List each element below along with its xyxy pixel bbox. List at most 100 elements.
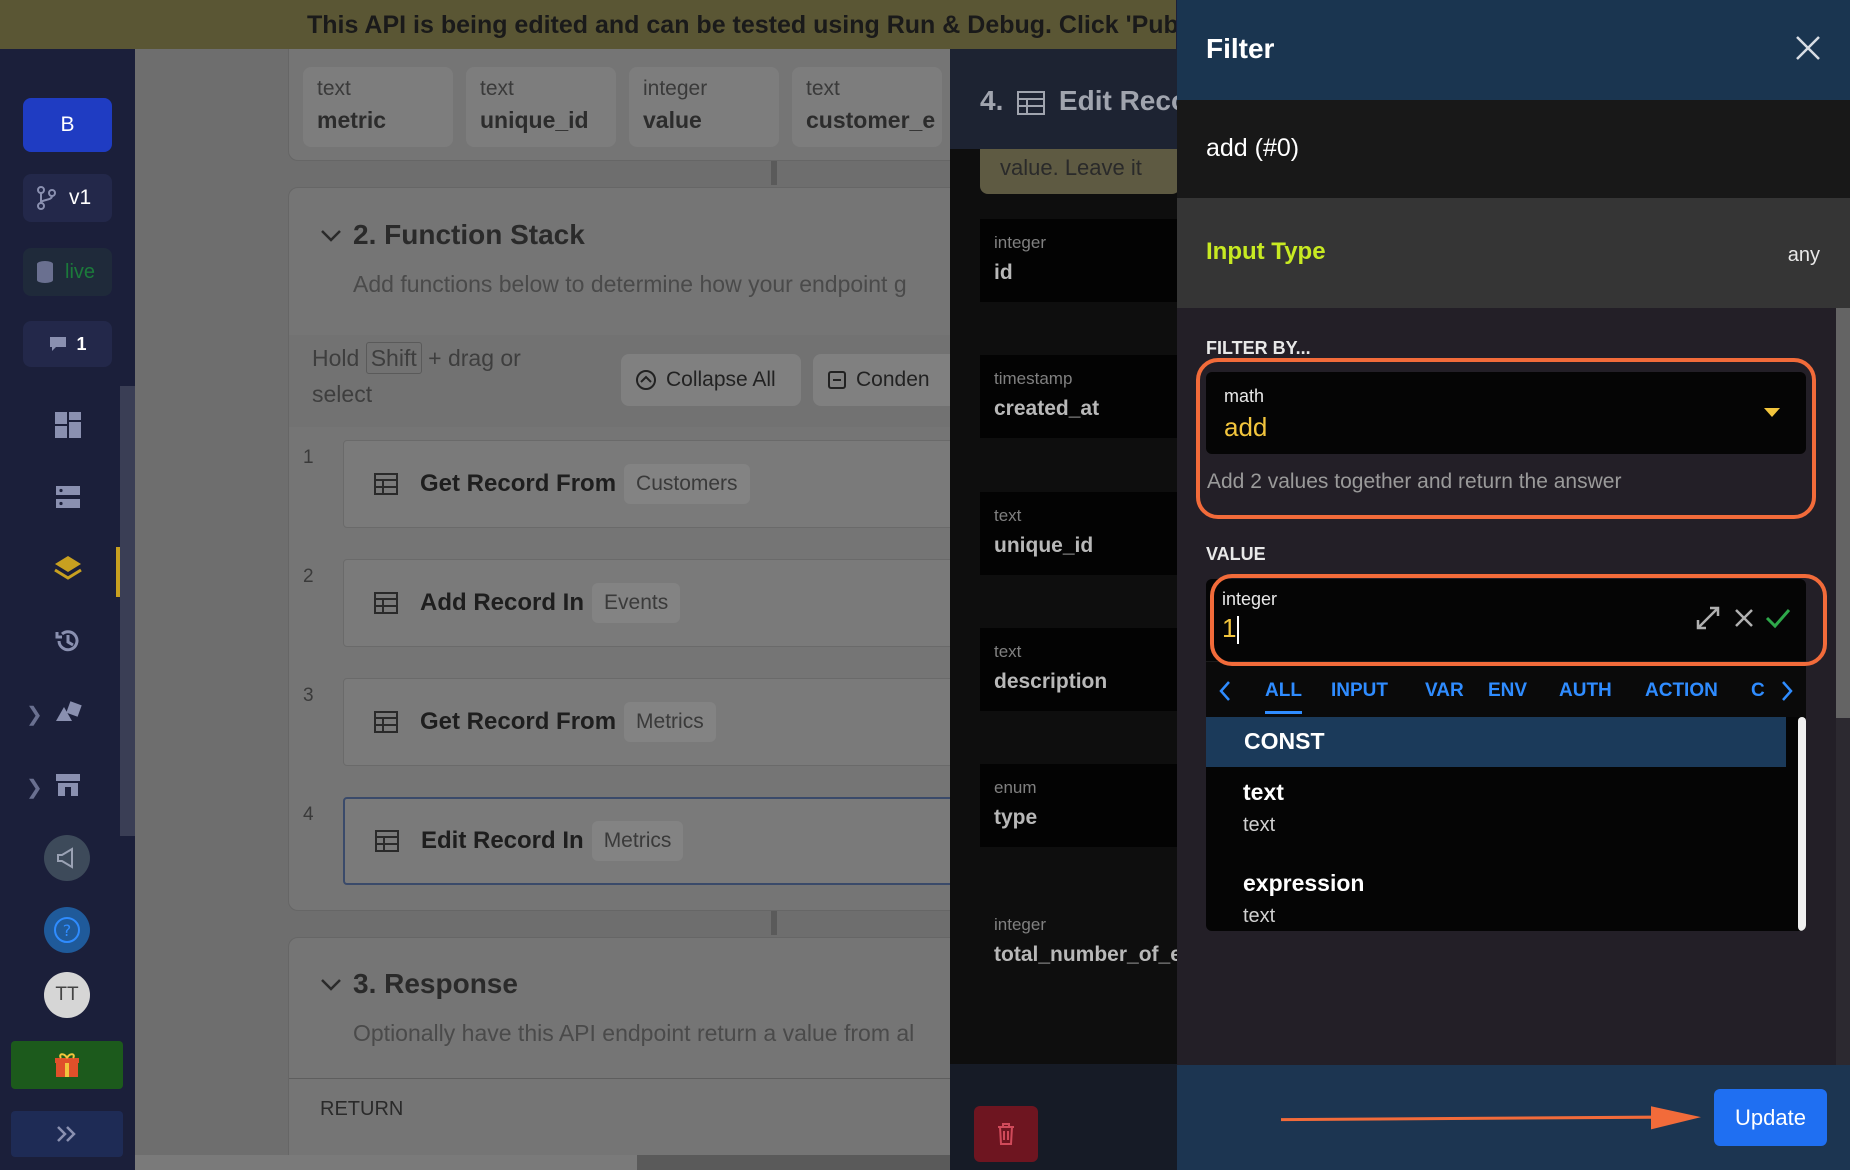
input-chip[interactable]: text customer_e <box>792 67 942 147</box>
drag-hint: Hold Shift + drag or <box>312 342 521 374</box>
delete-button[interactable] <box>974 1106 1038 1162</box>
field-type: integer <box>994 915 1046 934</box>
help-icon[interactable]: ? <box>44 907 90 953</box>
input-type-row: Input Type any <box>1177 198 1850 308</box>
input-name: value <box>643 107 702 133</box>
chevron-right-icon[interactable]: ❯ <box>26 775 43 800</box>
collapse-chevron-icon[interactable] <box>320 229 342 248</box>
tabs-right-chevron-icon[interactable] <box>1780 680 1794 707</box>
highlight-outline <box>1196 358 1816 519</box>
record-field[interactable]: integer id <box>980 219 1177 302</box>
record-field[interactable]: timestamp created_at <box>980 355 1177 438</box>
response-title: 3. Response <box>353 968 518 999</box>
connector-line <box>771 161 777 185</box>
options-scrollbar[interactable] <box>1798 717 1806 931</box>
dashboard-icon[interactable] <box>48 405 88 445</box>
const-option[interactable]: text text <box>1243 779 1284 837</box>
record-field[interactable]: text unique_id <box>980 492 1177 575</box>
edit-record-panel: 4. Edit Reco value. Leave it integer id … <box>950 49 1177 1170</box>
tab-auth[interactable]: AUTH <box>1559 680 1612 702</box>
version-label: v1 <box>69 186 92 209</box>
step-number: 2 <box>303 566 314 587</box>
scrollbar-thumb[interactable] <box>135 1155 637 1170</box>
record-field[interactable]: integer total_number_of_e <box>980 901 1177 984</box>
function-stack-subtitle: Add functions below to determine how you… <box>353 271 907 297</box>
function-step[interactable]: Get Record From Customers <box>343 440 950 528</box>
connector-line <box>771 911 777 935</box>
tab-action[interactable]: ACTION <box>1645 680 1718 702</box>
drag-hint-line2: select <box>312 381 373 407</box>
avatar[interactable]: TT <box>44 972 90 1018</box>
filter-by-label: FILTER BY... <box>1206 338 1311 358</box>
branch-version-button[interactable]: v1 <box>23 174 112 222</box>
function-stack-title: 2. Function Stack <box>353 219 585 250</box>
function-step[interactable]: Get Record From Metrics <box>343 678 950 766</box>
tab-env[interactable]: ENV <box>1488 680 1527 702</box>
branch-icon <box>37 186 56 210</box>
gift-button[interactable] <box>11 1041 123 1089</box>
addons-icon[interactable] <box>48 692 88 732</box>
record-field[interactable]: text description <box>980 628 1177 711</box>
step-title: Get Record From <box>420 470 617 497</box>
step-table-tag: Events <box>592 583 681 623</box>
database-tables-icon[interactable] <box>48 477 88 517</box>
horizontal-scrollbar[interactable] <box>135 1155 950 1170</box>
edit-record-note: value. Leave it <box>980 149 1177 194</box>
input-type: text <box>480 77 514 100</box>
panel-scrollbar[interactable] <box>1836 308 1850 1065</box>
workspace-letter: B <box>60 113 75 136</box>
option-name: text <box>1243 779 1284 805</box>
tab-input[interactable]: INPUT <box>1331 680 1388 702</box>
tab-c[interactable]: C <box>1751 680 1765 702</box>
record-field[interactable]: enum type <box>980 764 1177 847</box>
filter-panel-footer: Update <box>1177 1065 1850 1170</box>
step-table-tag: Metrics <box>591 821 684 861</box>
table-icon <box>375 830 399 852</box>
function-step-selected[interactable]: Edit Record In Metrics <box>343 797 950 885</box>
megaphone-icon[interactable] <box>44 835 90 881</box>
tab-var[interactable]: VAR <box>1425 680 1464 702</box>
value-label: VALUE <box>1206 544 1266 564</box>
filter-panel-body: FILTER BY... math add Add 2 values toget… <box>1177 308 1850 1065</box>
input-type-value: any <box>1787 244 1820 266</box>
api-icon[interactable] <box>48 549 88 589</box>
history-icon[interactable] <box>48 621 88 661</box>
input-type: text <box>806 77 840 100</box>
table-icon <box>374 473 398 495</box>
tab-all[interactable]: ALL <box>1265 680 1302 714</box>
collapse-chevron-icon[interactable] <box>320 978 342 997</box>
left-sidebar: B v1 live 1 ❯ ❯ ? TT <box>0 49 135 1170</box>
panel-title: Filter <box>1206 33 1275 64</box>
field-type: timestamp <box>994 369 1073 388</box>
scrollbar-thumb[interactable] <box>1836 308 1850 718</box>
trash-icon <box>998 1123 1014 1145</box>
marketplace-icon[interactable] <box>48 765 88 805</box>
collapse-all-button[interactable]: Collapse All <box>621 354 801 406</box>
option-type: text <box>1243 814 1276 836</box>
input-chip[interactable]: text unique_id <box>466 67 616 147</box>
input-chip[interactable]: text metric <box>303 67 453 147</box>
input-name: unique_id <box>480 107 589 133</box>
workspace-button[interactable]: B <box>23 98 112 152</box>
sidebar-scrollbar[interactable] <box>120 386 135 836</box>
filter-panel-header: Filter <box>1177 0 1850 100</box>
expand-sidebar-button[interactable] <box>11 1111 123 1157</box>
tabs-left-chevron-icon[interactable] <box>1218 680 1232 707</box>
close-icon[interactable] <box>1788 28 1828 68</box>
condense-button[interactable]: Conden <box>813 354 950 406</box>
environment-button[interactable]: live <box>23 248 112 296</box>
comments-button[interactable]: 1 <box>23 321 112 367</box>
filter-panel: Filter add (#0) Input Type any FILTER BY… <box>1177 0 1850 1170</box>
condense-icon <box>828 371 846 389</box>
field-type: text <box>994 506 1022 525</box>
avatar-initials: TT <box>55 984 79 1005</box>
update-button[interactable]: Update <box>1714 1089 1827 1146</box>
collapse-icon <box>636 370 656 390</box>
const-option[interactable]: expression text <box>1243 870 1364 928</box>
function-step[interactable]: Add Record In Events <box>343 559 950 647</box>
chevron-right-icon[interactable]: ❯ <box>26 702 43 727</box>
return-label: RETURN <box>320 1098 404 1120</box>
field-type: integer <box>994 233 1046 252</box>
step-table-tag: Metrics <box>624 702 716 742</box>
input-chip[interactable]: integer value <box>629 67 779 147</box>
